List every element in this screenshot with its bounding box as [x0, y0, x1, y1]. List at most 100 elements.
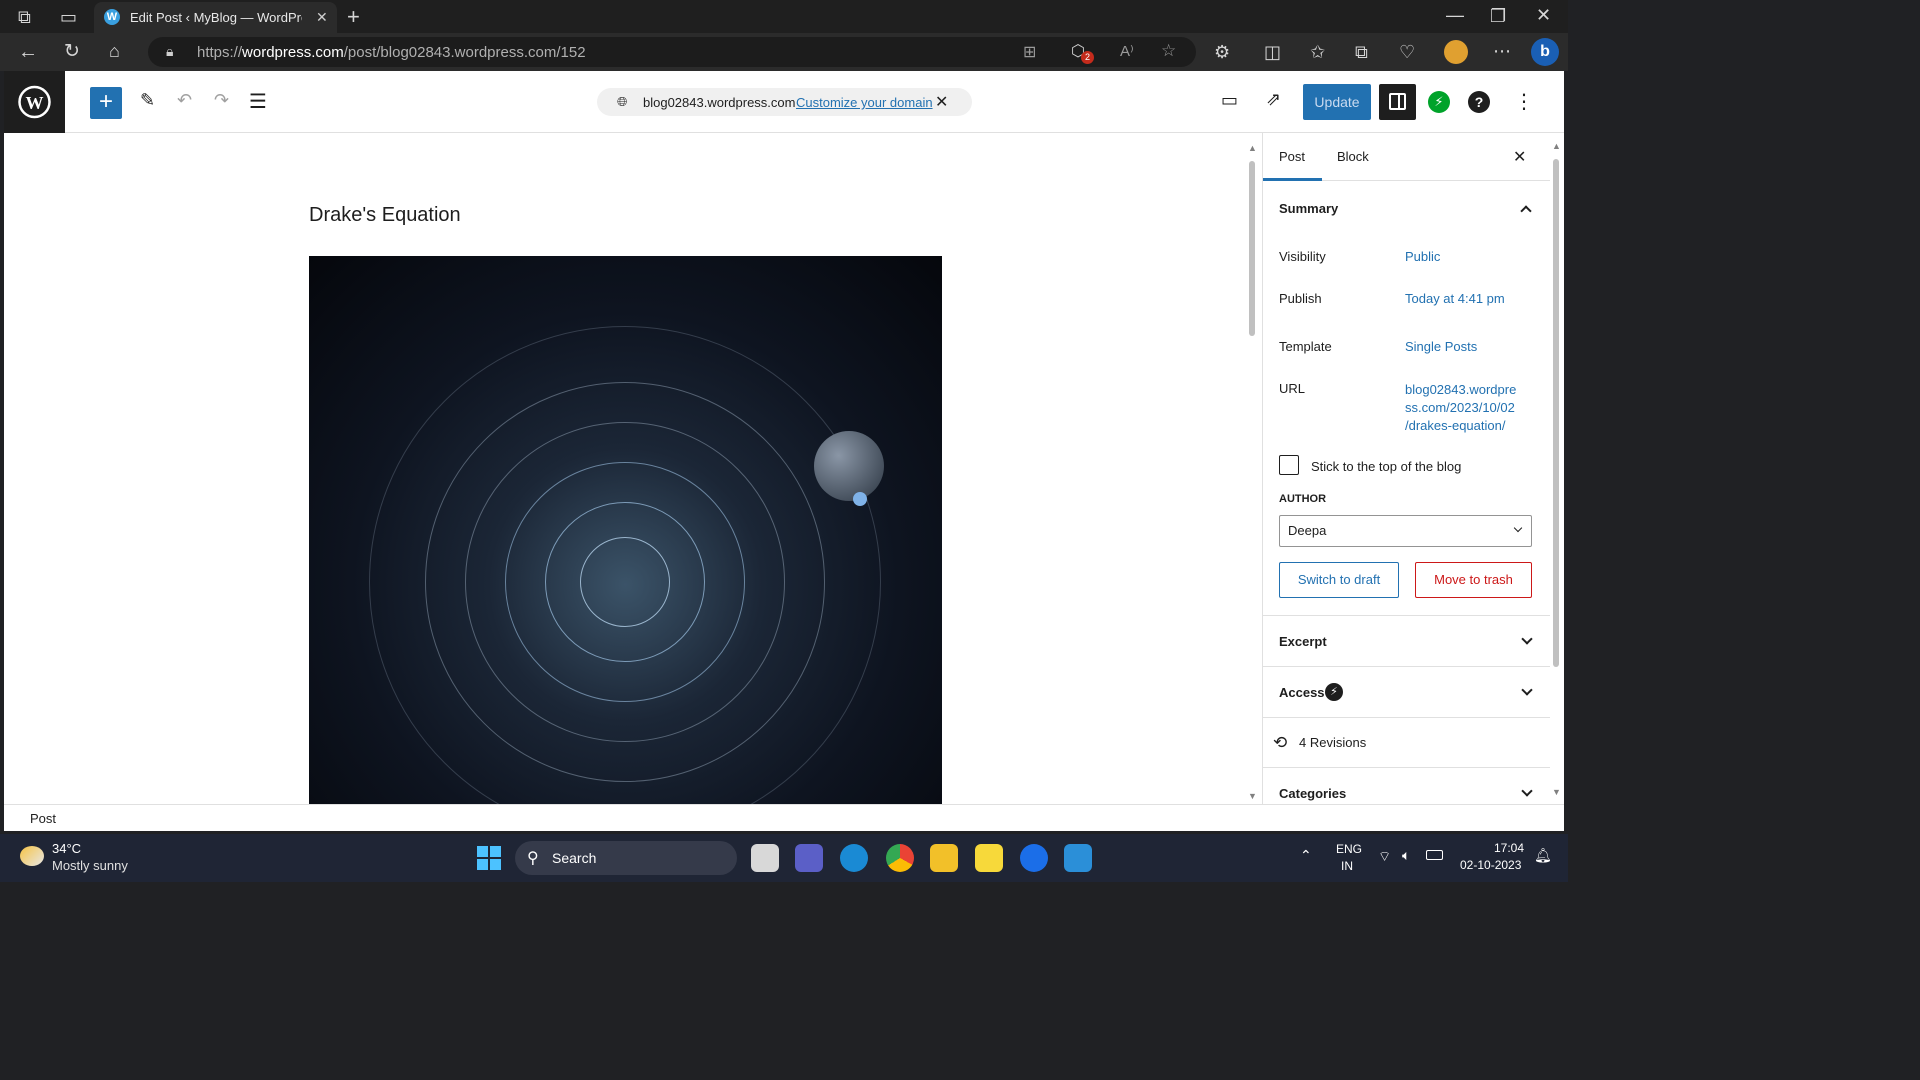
chevron-down-icon: [1513, 523, 1523, 533]
breadcrumb-post[interactable]: Post: [30, 811, 56, 826]
teams-chat-icon[interactable]: [795, 844, 823, 872]
globe-icon: 🌐︎: [617, 94, 628, 109]
performance-icon[interactable]: ♡: [1399, 43, 1415, 61]
chevron-up-icon[interactable]: ⌃: [1300, 847, 1312, 864]
options-menu-icon[interactable]: ⋮: [1514, 89, 1534, 114]
tab-actions-icon[interactable]: ▭: [60, 8, 77, 26]
excerpt-panel[interactable]: Excerpt: [1263, 615, 1550, 666]
author-select[interactable]: Deepa: [1279, 515, 1532, 547]
post-url-link[interactable]: blog02843.wordpre ss.com/2023/10/02 /dra…: [1405, 381, 1516, 435]
task-view-icon[interactable]: [751, 844, 779, 872]
customize-domain-link[interactable]: Customize your domain: [796, 95, 933, 110]
view-post-external-icon[interactable]: ⇗: [1266, 89, 1281, 110]
visibility-value[interactable]: Public: [1405, 249, 1440, 264]
template-value[interactable]: Single Posts: [1405, 339, 1477, 354]
start-button[interactable]: [477, 846, 501, 870]
close-sidebar-icon[interactable]: ✕: [1513, 147, 1526, 167]
extensions-icon[interactable]: ⚙: [1214, 43, 1230, 61]
publish-value[interactable]: Today at 4:41 pm: [1405, 291, 1505, 306]
volume-icon[interactable]: 🔈︎: [1402, 847, 1410, 864]
restore-icon[interactable]: ❐: [1490, 7, 1506, 25]
move-to-trash-button[interactable]: Move to trash: [1415, 562, 1532, 598]
home-icon[interactable]: ⌂: [109, 42, 120, 60]
add-block-button[interactable]: +: [90, 87, 122, 119]
chevron-down-icon[interactable]: [1521, 785, 1533, 797]
search-label: Search: [552, 850, 597, 866]
sticky-checkbox[interactable]: [1279, 455, 1299, 475]
app-available-icon[interactable]: ⊞: [1023, 42, 1036, 62]
address-bar[interactable]: 🔒︎ https://wordpress.com/post/blog02843.…: [148, 37, 1196, 67]
undo-icon[interactable]: ↶: [177, 90, 192, 111]
publish-label: Publish: [1279, 291, 1322, 306]
read-aloud-icon[interactable]: A⁾: [1120, 42, 1134, 60]
update-button[interactable]: Update: [1303, 84, 1371, 120]
edit-pencil-icon[interactable]: ✎: [140, 90, 155, 111]
jetpack-icon[interactable]: ⚡: [1428, 91, 1450, 113]
favorite-star-icon[interactable]: ☆: [1161, 41, 1176, 61]
revisions-link[interactable]: 4 Revisions: [1299, 735, 1366, 750]
switch-to-draft-button[interactable]: Switch to draft: [1279, 562, 1399, 598]
taskbar-search[interactable]: ⚲ Search: [515, 841, 737, 875]
tab-post[interactable]: Post: [1279, 133, 1305, 181]
redo-icon[interactable]: ↷: [214, 90, 229, 111]
categories-heading[interactable]: Categories: [1279, 786, 1346, 801]
back-icon[interactable]: ←: [18, 42, 38, 62]
chrome-icon[interactable]: [886, 844, 914, 872]
weather-icon[interactable]: [20, 846, 44, 866]
access-panel[interactable]: Access ⚡: [1263, 666, 1550, 717]
windows-taskbar: 34°C Mostly sunny ⚲ Search ⌃ ENG IN ⌔ 🔈︎…: [0, 834, 1568, 882]
weather-temp[interactable]: 34°C: [52, 841, 81, 856]
settings-sidebar-toggle[interactable]: [1379, 84, 1416, 120]
wordpress-logo[interactable]: W: [4, 71, 65, 133]
favorites-icon[interactable]: ✩: [1310, 43, 1325, 61]
revisions-panel[interactable]: ⟲ 4 Revisions: [1263, 717, 1550, 767]
tab-block[interactable]: Block: [1337, 133, 1369, 181]
sidebar-scrollbar[interactable]: ▲ ▼: [1552, 141, 1561, 801]
new-tab-icon[interactable]: +: [347, 6, 360, 28]
battery-icon[interactable]: [1426, 850, 1443, 860]
profile-avatar[interactable]: [1444, 40, 1468, 64]
sticky-label: Stick to the top of the blog: [1311, 459, 1462, 474]
chevron-up-icon[interactable]: [1520, 205, 1532, 217]
excerpt-heading[interactable]: Excerpt: [1279, 634, 1327, 649]
help-icon[interactable]: ?: [1468, 91, 1490, 113]
svg-text:W: W: [26, 93, 44, 113]
clock-date[interactable]: 02-10-2023: [1460, 858, 1521, 872]
tab-title: Edit Post ‹ MyBlog — WordPress: [130, 10, 302, 25]
app-icon[interactable]: [1020, 844, 1048, 872]
canvas-scrollbar[interactable]: ▲ ▼: [1248, 143, 1257, 803]
file-explorer-icon[interactable]: [930, 844, 958, 872]
wifi-icon[interactable]: ⌔: [1378, 848, 1391, 866]
tab-wordpress[interactable]: W Edit Post ‹ MyBlog — WordPress ✕: [94, 2, 337, 33]
access-heading[interactable]: Access: [1279, 685, 1325, 700]
edge-icon[interactable]: [840, 844, 868, 872]
preview-device-icon[interactable]: ▭: [1221, 90, 1238, 111]
collections-icon[interactable]: ⧉: [1355, 43, 1368, 61]
post-title[interactable]: Drake's Equation: [309, 204, 461, 227]
close-banner-icon[interactable]: ✕: [935, 92, 948, 112]
close-tab-icon[interactable]: ✕: [316, 9, 328, 26]
more-menu-icon[interactable]: ⋯: [1493, 42, 1511, 60]
chevron-down-icon[interactable]: [1521, 633, 1533, 645]
clock-time[interactable]: 17:04: [1494, 841, 1524, 855]
split-screen-icon[interactable]: ◫: [1264, 43, 1281, 61]
refresh-icon[interactable]: ↻: [64, 42, 80, 61]
notifications-icon[interactable]: 🔔︎: [1534, 847, 1552, 864]
template-label: Template: [1279, 339, 1332, 354]
weather-desc[interactable]: Mostly sunny: [52, 858, 128, 873]
close-window-icon[interactable]: ✕: [1536, 6, 1551, 24]
chevron-down-icon[interactable]: [1521, 684, 1533, 696]
document-overview-icon[interactable]: ☰: [249, 89, 267, 114]
post-featured-image[interactable]: [309, 256, 942, 804]
url-text[interactable]: https://wordpress.com/post/blog02843.wor…: [197, 44, 586, 61]
workspaces-icon[interactable]: ⧉: [18, 8, 31, 26]
copilot-icon[interactable]: b: [1531, 38, 1559, 66]
categories-panel[interactable]: Categories: [1263, 767, 1550, 804]
vscode-icon[interactable]: [1064, 844, 1092, 872]
language-indicator[interactable]: ENG: [1336, 842, 1362, 856]
domain-banner: 🌐︎ blog02843.wordpress.com Customize you…: [597, 88, 972, 116]
minimize-icon[interactable]: —: [1446, 6, 1464, 24]
extension-badge: 2: [1081, 51, 1094, 64]
summary-heading[interactable]: Summary: [1279, 201, 1338, 216]
sticky-notes-icon[interactable]: [975, 844, 1003, 872]
